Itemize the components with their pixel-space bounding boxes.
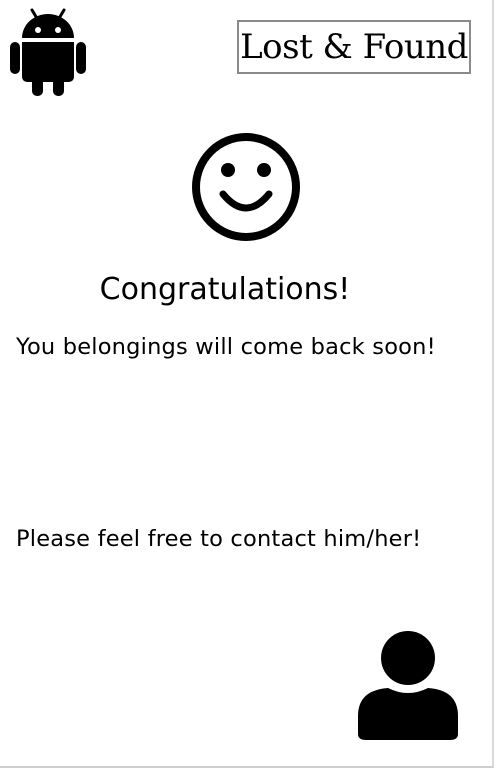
contact-prompt: Please feel free to contact him/her! — [16, 526, 422, 552]
page-title: Congratulations! — [99, 272, 351, 307]
smiley-icon — [192, 133, 300, 241]
app-screen: Lost & Found Congratulations! You belong… — [0, 0, 494, 768]
person-icon[interactable] — [354, 630, 462, 742]
lost-and-found-logo: Lost & Found — [237, 20, 471, 74]
return-message: You belongings will come back soon! — [16, 334, 436, 360]
android-icon — [10, 8, 86, 96]
